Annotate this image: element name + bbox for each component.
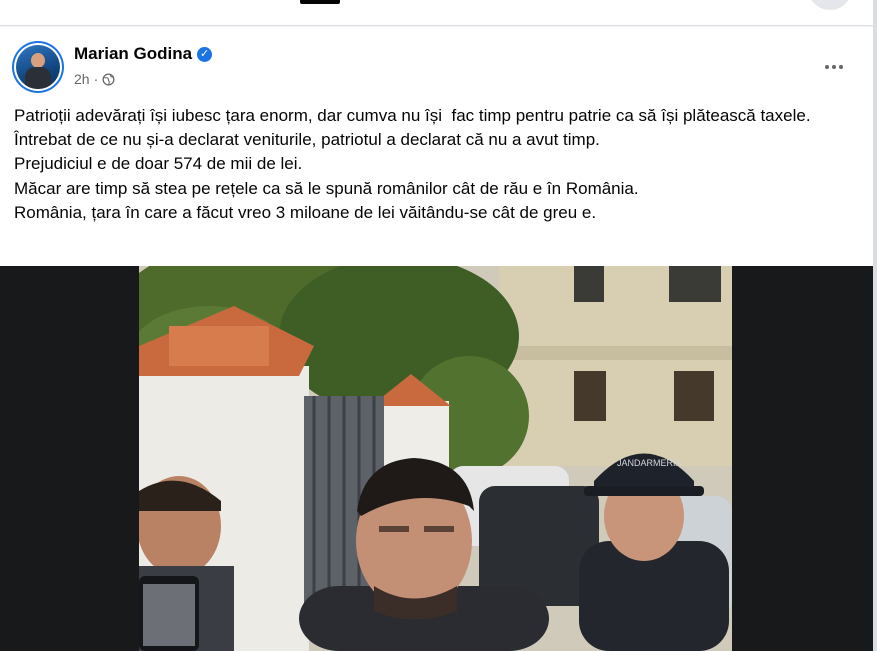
scrollbar-track[interactable] xyxy=(873,0,877,651)
post-text-line: Prejudiciul e de doar 574 de mii de lei. xyxy=(14,154,303,174)
post-photo[interactable]: JANDARMERIA xyxy=(139,266,732,651)
avatar-image xyxy=(16,45,60,89)
avatar[interactable] xyxy=(12,41,64,93)
author-row: Marian Godina ✓ xyxy=(74,44,213,64)
photo-illustration: JANDARMERIA xyxy=(139,266,732,651)
post-text-line: Întrebat de ce nu și-a declarat venituri… xyxy=(14,130,600,150)
cap-text: JANDARMERIA xyxy=(617,458,682,468)
post-media[interactable]: JANDARMERIA xyxy=(0,266,873,651)
author-name[interactable]: Marian Godina xyxy=(74,44,192,64)
verified-badge-icon: ✓ xyxy=(197,46,213,62)
top-strip-fragment xyxy=(300,0,340,4)
post-text: Patrioții adevărați își iubesc țara enor… xyxy=(14,104,859,225)
top-strip xyxy=(0,0,873,26)
top-round-button[interactable] xyxy=(808,0,852,10)
post-text-line: România, țara în care a făcut vreo 3 mil… xyxy=(14,202,597,222)
post-header: Marian Godina ✓ 2h · xyxy=(0,27,873,97)
more-options-icon xyxy=(825,65,829,69)
more-options-button[interactable] xyxy=(814,49,854,85)
post-text-line: Patrioții adevărați își iubesc țara enor… xyxy=(14,106,811,125)
meta-separator: · xyxy=(93,71,99,87)
globe-icon[interactable] xyxy=(102,72,115,86)
post-text-line: Măcar are timp să stea pe rețele ca să l… xyxy=(14,178,639,198)
post-meta: 2h · xyxy=(74,71,115,87)
feed-post: Marian Godina ✓ 2h · Patrioții adevărați… xyxy=(0,27,873,651)
post-timestamp[interactable]: 2h xyxy=(74,71,90,87)
